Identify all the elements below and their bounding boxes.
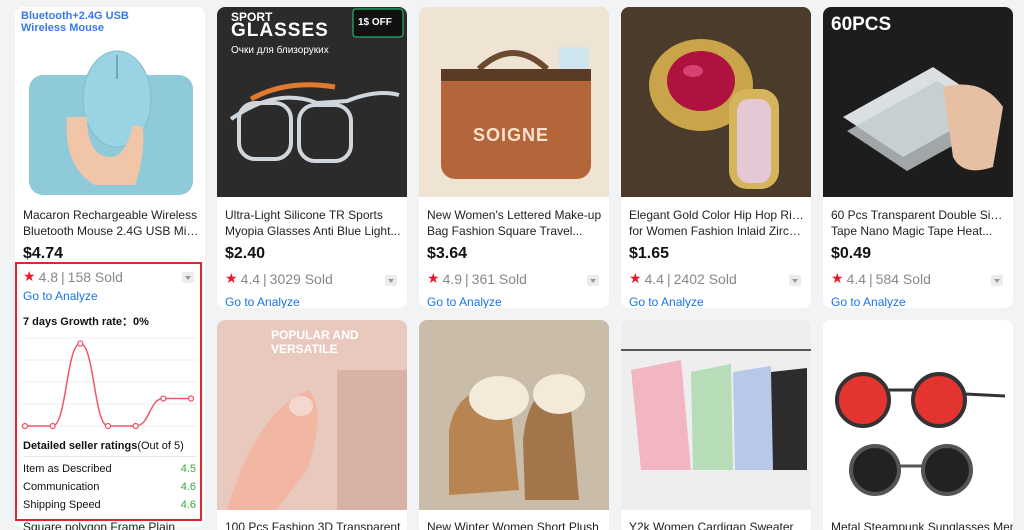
rating-row: ★ 4.8 | 158 Sold — [23, 268, 123, 285]
chevron-down-icon[interactable] — [991, 275, 1003, 286]
product-price: $2.40 — [225, 245, 266, 262]
rating-item: Item as Described 4.5 — [23, 463, 196, 475]
analyze-link[interactable]: Go to Analyze — [427, 295, 502, 308]
product-title[interactable]: New Winter Women Short Plush — [427, 520, 599, 530]
image-caption: GLASSES — [231, 20, 329, 41]
product-card[interactable]: Elegant Gold Color Hip Hop Ring for Women… — [621, 7, 811, 308]
discount-badge: 1$ OFF — [358, 17, 392, 28]
image-caption: Очки для близоруких — [231, 45, 329, 56]
product-title[interactable]: New Women's Lettered Make-up Bag Fashion … — [427, 207, 603, 239]
chevron-down-icon[interactable] — [385, 275, 397, 286]
product-title[interactable]: Macaron Rechargeable Wireless Bluetooth M… — [23, 207, 199, 239]
product-card[interactable]: 60PCS 60 Pcs Transparent Double Sided Tap… — [823, 7, 1013, 308]
rating-row: ★ 4.4 | 3029 Sold — [225, 270, 333, 287]
product-title[interactable]: 60 Pcs Transparent Double Sided Tape Nano… — [831, 207, 1007, 239]
product-price: $4.74 — [23, 245, 64, 262]
rating-row: ★ 4.4 | 2402 Sold — [629, 270, 737, 287]
product-price: $1.65 — [629, 245, 670, 262]
data-point — [77, 340, 84, 347]
star-icon: ★ — [225, 270, 238, 286]
product-image[interactable]: Bluetooth+2.4G USB Wireless Mouse — [15, 7, 205, 197]
rating-item: Shipping Speed 4.6 — [23, 499, 196, 511]
image-caption: 60PCS — [831, 14, 892, 35]
product-card[interactable]: Y2k Women Cardigan Sweater — [621, 320, 811, 530]
image-caption: Wireless Mouse — [21, 22, 105, 34]
analyze-link[interactable]: Go to Analyze — [23, 289, 98, 303]
product-card[interactable]: SOIGNE New Women's Lettered Make-up Bag F… — [419, 7, 609, 308]
star-icon: ★ — [427, 270, 440, 286]
image-caption: POPULAR AND VERSATILE — [271, 328, 359, 356]
product-price: $3.64 — [427, 245, 468, 262]
chevron-down-icon[interactable] — [587, 275, 599, 286]
data-point — [160, 395, 167, 402]
series-line — [25, 342, 191, 427]
product-card[interactable]: POPULAR AND VERSATILE 100 Pcs Fashion 3D… — [217, 320, 407, 530]
product-image[interactable] — [621, 320, 811, 510]
rating-row: ★ 4.9 | 361 Sold — [427, 270, 527, 287]
rating-row: ★ 4.4 | 584 Sold — [831, 270, 931, 287]
product-title[interactable]: Square polygon Frame Plain — [23, 520, 175, 530]
data-point — [49, 422, 56, 430]
star-icon: ★ — [831, 270, 844, 286]
product-title[interactable]: Metal Steampunk Sunglasses Men — [831, 520, 1013, 530]
product-card[interactable]: SPORT GLASSES Очки для близоруких 1$ OFF… — [217, 7, 407, 308]
data-point — [187, 395, 195, 402]
data-point — [21, 422, 29, 430]
product-image[interactable] — [419, 320, 609, 510]
rating-value: 4.8 — [38, 268, 59, 285]
rating-item: Communication 4.6 — [23, 481, 196, 493]
star-icon: ★ — [23, 268, 36, 284]
sold-count: 158 Sold — [67, 268, 123, 285]
product-title[interactable]: Ultra-Light Silicone TR Sports Myopia Gla… — [225, 207, 401, 239]
product-image[interactable]: POPULAR AND VERSATILE — [217, 320, 407, 510]
analyze-link[interactable]: Go to Analyze — [831, 295, 906, 308]
product-image[interactable]: 60PCS — [823, 7, 1013, 197]
growth-rate: 7 days Growth rate：0% — [23, 316, 149, 328]
growth-chart — [21, 337, 197, 430]
product-analysis-panel: ★ 4.8 | 158 Sold Go to Analyze 7 days Gr… — [15, 262, 202, 521]
chevron-down-icon[interactable] — [182, 272, 194, 283]
product-card[interactable]: New Winter Women Short Plush — [419, 320, 609, 530]
product-title[interactable]: Elegant Gold Color Hip Hop Ring for Women… — [629, 207, 805, 239]
chevron-down-icon[interactable] — [789, 275, 801, 286]
seller-ratings-header: Detailed seller ratings(Out of 5) — [23, 440, 184, 452]
product-image[interactable]: SPORT GLASSES Очки для близоруких 1$ OFF — [217, 7, 407, 197]
analyze-link[interactable]: Go to Analyze — [629, 295, 704, 308]
product-price: $0.49 — [831, 245, 872, 262]
product-card[interactable]: Metal Steampunk Sunglasses Men — [823, 320, 1013, 530]
image-caption: SOIGNE — [473, 125, 550, 145]
star-icon: ★ — [629, 270, 642, 286]
product-title[interactable]: Y2k Women Cardigan Sweater — [629, 520, 794, 530]
analyze-link[interactable]: Go to Analyze — [225, 295, 300, 308]
product-grid: Bluetooth+2.4G USB Wireless Mouse Macaro… — [0, 0, 1024, 530]
image-caption: Bluetooth+2.4G USB — [21, 10, 129, 22]
divider — [23, 456, 196, 457]
product-image[interactable]: SOIGNE — [419, 7, 609, 197]
product-image[interactable] — [823, 320, 1013, 510]
data-point — [104, 422, 112, 430]
data-point — [132, 422, 139, 430]
product-title[interactable]: 100 Pcs Fashion 3D Transparent — [225, 520, 400, 530]
product-image[interactable] — [621, 7, 811, 197]
